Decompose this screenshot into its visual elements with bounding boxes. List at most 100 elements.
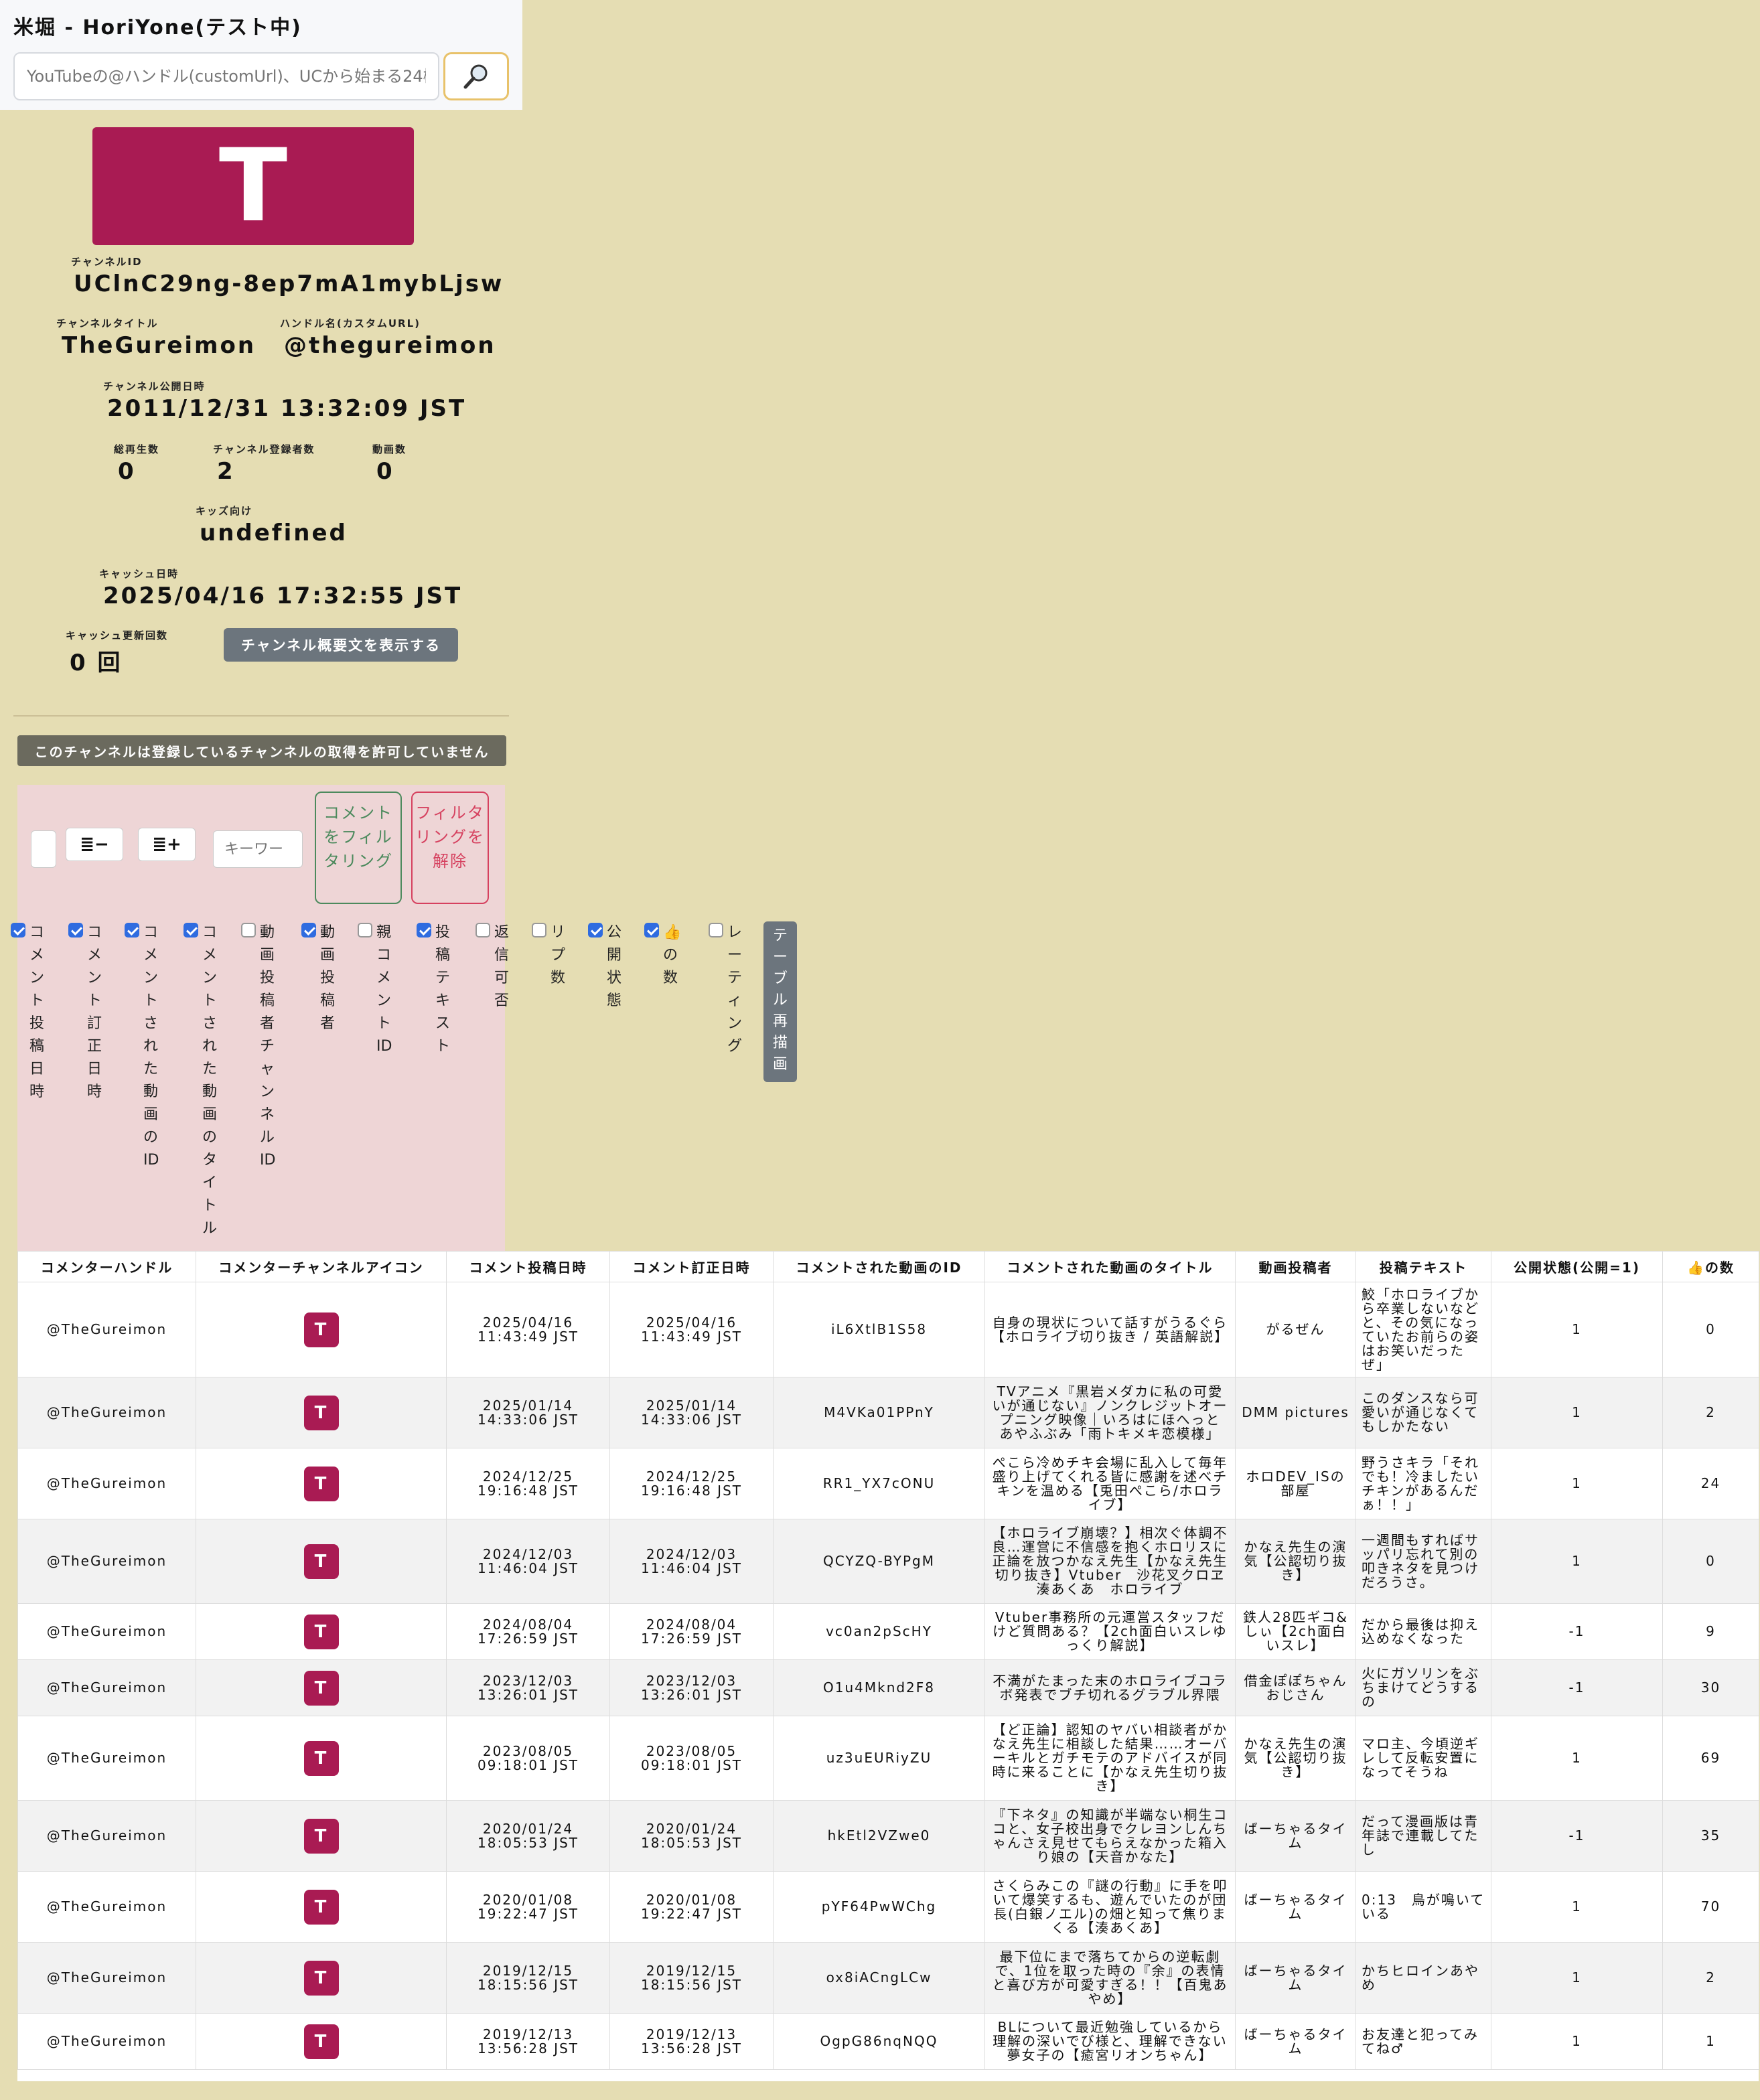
- table-row: @TheGureimon T 2024/12/25 19:16:48 JST 2024…: [17, 1448, 1759, 1519]
- uploader-cell: かなえ先生の演気【公認切り抜き】: [1235, 1716, 1356, 1801]
- visibility-cell: -1: [1491, 1800, 1663, 1872]
- column-checkbox[interactable]: [417, 923, 431, 937]
- column-checkbox[interactable]: [68, 923, 83, 937]
- likes-cell: 69: [1662, 1716, 1759, 1801]
- uploader-cell: 鉄人28匹ギコ&しぃ【2ch面白いスレ】: [1235, 1603, 1356, 1660]
- video-id-cell[interactable]: uz3uEURiyZU: [773, 1716, 985, 1801]
- column-checkbox[interactable]: [301, 923, 316, 937]
- commenter-handle-cell: @TheGureimon: [17, 1282, 196, 1377]
- filter-comments-button[interactable]: コメントをフィルタリング: [315, 792, 402, 904]
- column-header[interactable]: 👍の数: [1662, 1251, 1759, 1282]
- video-id-cell[interactable]: RR1_YX7cONU: [773, 1448, 985, 1519]
- likes-cell: 35: [1662, 1800, 1759, 1872]
- commenter-icon-cell: T: [196, 1942, 447, 2014]
- video-title-cell[interactable]: 不満がたまった末のホロライブコラボ発表でブチ切れるグラブル界隈: [984, 1659, 1236, 1716]
- column-header[interactable]: 公開状態(公開=1): [1491, 1251, 1663, 1282]
- column-checkbox[interactable]: [475, 923, 490, 937]
- column-checkbox[interactable]: [532, 923, 546, 937]
- views-label: 総再生数: [114, 443, 160, 455]
- column-checkbox[interactable]: [241, 923, 256, 937]
- uploader-cell: ばーちゃるタイム: [1235, 1800, 1356, 1872]
- column-toggle-label: 動画投稿者: [320, 924, 336, 1032]
- visibility-cell: -1: [1491, 1659, 1663, 1716]
- views-value: 0: [118, 458, 136, 485]
- video-id-cell[interactable]: iL6XtlB1S58: [773, 1282, 985, 1377]
- edited-date-cell: 2020/01/24 18:05:53 JST: [609, 1800, 774, 1872]
- uploader-cell: がるぜん: [1235, 1282, 1356, 1377]
- video-id-cell[interactable]: pYF64PwWChg: [773, 1871, 985, 1943]
- column-checkbox[interactable]: [125, 923, 139, 937]
- video-title-cell[interactable]: 【ホロライブ崩壊？】相次ぐ体調不良…運営に不信感を抱くホロリスに正論を放つかなえ…: [984, 1519, 1238, 1604]
- commenter-avatar-icon: T: [303, 1740, 339, 1776]
- edited-date-cell: 2023/08/05 09:18:01 JST: [609, 1716, 774, 1801]
- video-title-cell[interactable]: ぺこら冷めチキ会場に乱入して毎年盛り上げてくれる皆に感謝を述べチキンを温める【兎…: [984, 1448, 1236, 1519]
- column-header[interactable]: 動画投稿者: [1235, 1251, 1356, 1282]
- visibility-cell: 1: [1491, 1871, 1663, 1943]
- column-checkbox[interactable]: [184, 923, 198, 937]
- column-header[interactable]: コメントされた動画のID: [773, 1251, 985, 1282]
- likes-cell: 30: [1662, 1659, 1759, 1716]
- cache-value: 2025/04/16 17:32:55 JST: [103, 583, 463, 609]
- column-checkbox[interactable]: [588, 923, 603, 937]
- table-row: @TheGureimon T 2019/12/15 18:15:56 JST 2019…: [17, 1942, 1759, 2014]
- table-row: @TheGureimon T 2023/12/03 13:26:01 JST 2023…: [17, 1659, 1759, 1716]
- channel-id-value: UClnC29ng-8ep7mA1mybLjsw: [74, 271, 504, 297]
- edited-date-cell: 2019/12/15 18:15:56 JST: [609, 1942, 774, 2014]
- video-id-cell[interactable]: hkEtl2VZwe0: [773, 1800, 985, 1872]
- column-checkbox[interactable]: [358, 923, 372, 937]
- commenter-handle-cell: @TheGureimon: [17, 1448, 196, 1519]
- column-toggle-label: 公開状態: [607, 924, 622, 1009]
- column-checkbox[interactable]: [644, 923, 659, 937]
- clear-filter-button[interactable]: フィルタリングを解除: [411, 792, 489, 904]
- video-title-cell[interactable]: 自身の現状について話すがうるぐら【ホロライブ切り抜き / 英語解説】: [984, 1282, 1236, 1377]
- column-toggle-label: コメント訂正日時: [87, 924, 102, 1100]
- edited-date-cell: 2024/12/03 11:46:04 JST: [609, 1519, 774, 1604]
- video-title-cell[interactable]: Vtuber事務所の元運営スタッフだけど質問ある？【2ch面白いスレゆっくり解説…: [984, 1603, 1236, 1660]
- likes-cell: 2: [1662, 1942, 1759, 2014]
- table-row: @TheGureimon T 2023/08/05 09:18:01 JST 2023…: [17, 1716, 1759, 1801]
- show-description-button[interactable]: チャンネル概要文を表示する: [224, 628, 458, 662]
- posted-date-cell: 2024/08/04 17:26:59 JST: [446, 1603, 610, 1660]
- visibility-cell: 1: [1491, 1282, 1663, 1377]
- likes-cell: 1: [1662, 2013, 1759, 2070]
- column-toggle-label: コメントされた動画のID: [143, 924, 159, 1169]
- likes-cell: 0: [1662, 1519, 1759, 1604]
- visibility-cell: 1: [1491, 2013, 1663, 2070]
- column-header[interactable]: 投稿テキスト: [1355, 1251, 1491, 1282]
- expand-rows-button[interactable]: ≣+: [138, 828, 196, 861]
- kids-value: undefined: [200, 520, 348, 546]
- uploader-cell: かなえ先生の演気【公認切り抜き】: [1235, 1519, 1356, 1604]
- video-id-cell[interactable]: QCYZQ-BYPgM: [773, 1519, 985, 1604]
- edited-date-cell: 2019/12/13 13:56:28 JST: [609, 2013, 774, 2070]
- visibility-cell: 1: [1491, 1519, 1663, 1604]
- comment-text-cell: かちヒロインあやめ: [1355, 1942, 1491, 2014]
- keyword-input[interactable]: [213, 830, 303, 868]
- column-header[interactable]: コメンターハンドル: [17, 1251, 196, 1282]
- video-title-cell[interactable]: TVアニメ『黒岩メダカに私の可愛いが通じない』ノンクレジットオープニング映像｜い…: [984, 1377, 1236, 1448]
- video-title-cell[interactable]: 最下位にまで落ちてからの逆転劇で、1位を取った時の『余』の表情と喜び方が可愛すぎ…: [984, 1942, 1236, 2014]
- video-id-cell[interactable]: ox8iACngLCw: [773, 1942, 985, 2014]
- column-header[interactable]: コメント訂正日時: [609, 1251, 774, 1282]
- column-header[interactable]: コメンターチャンネルアイコン: [196, 1251, 447, 1282]
- video-id-cell[interactable]: OgpG86nqNQQ: [773, 2013, 985, 2070]
- collapse-rows-button[interactable]: ≣−: [66, 828, 123, 861]
- videos-label: 動画数: [372, 443, 407, 455]
- video-title-cell[interactable]: 【ど正論】認知のヤバい相談者がかなえ先生に相談した結果……オーバーキルとガチモテ…: [984, 1716, 1236, 1801]
- channel-title-label: チャンネルタイトル: [56, 317, 159, 329]
- small-input[interactable]: [31, 830, 56, 868]
- column-header[interactable]: コメントされた動画のタイトル: [984, 1251, 1236, 1282]
- column-checkbox[interactable]: [11, 923, 25, 937]
- column-checkbox[interactable]: [709, 923, 723, 937]
- video-title-cell[interactable]: さくらみこの『謎の行動』に手を叩いて爆笑するも、遊んでいたのが団長(白銀ノエル)…: [984, 1871, 1236, 1943]
- video-title-cell[interactable]: BLについて最近勉強しているから理解の深いでび様と、理解できない夢女子の【癒宮リ…: [984, 2013, 1236, 2070]
- search-button[interactable]: [443, 52, 509, 100]
- column-header[interactable]: コメント投稿日時: [446, 1251, 610, 1282]
- video-title-cell[interactable]: 『下ネタ』の知識が半端ない桐生ココと、女子校出身でクレヨンしんちゃんさえ見せても…: [984, 1800, 1236, 1872]
- video-id-cell[interactable]: vc0an2pScHY: [773, 1603, 985, 1660]
- redraw-table-button[interactable]: テーブル再描画: [763, 921, 797, 1082]
- posted-date-cell: 2020/01/24 18:05:53 JST: [446, 1800, 610, 1872]
- search-input[interactable]: [13, 52, 439, 100]
- video-id-cell[interactable]: M4VKa01PPnY: [773, 1377, 985, 1448]
- video-id-cell[interactable]: O1u4Mknd2F8: [773, 1659, 985, 1716]
- subs-value: 2: [217, 458, 235, 485]
